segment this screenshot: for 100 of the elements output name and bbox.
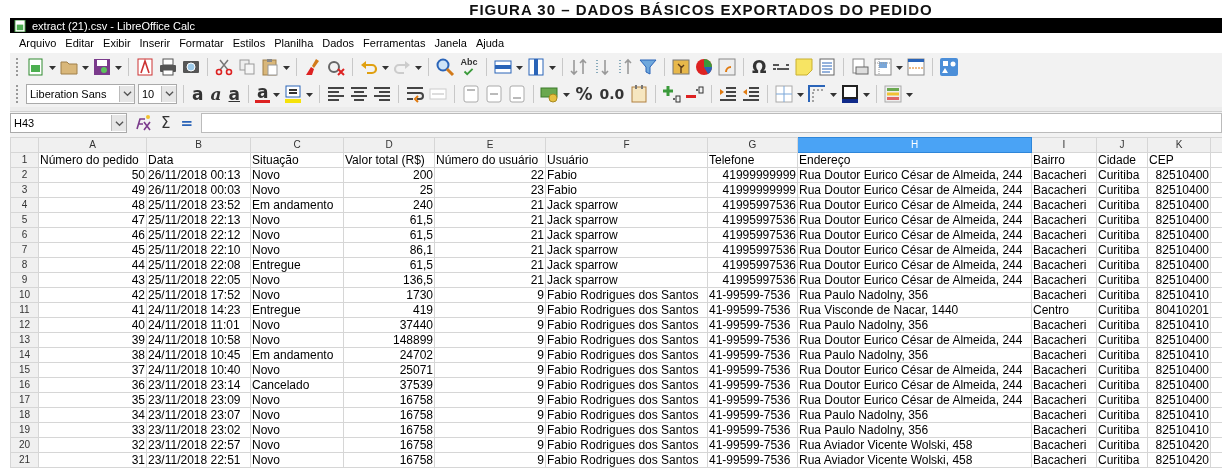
table-cell: 25/11/2018 23:52 xyxy=(146,197,251,213)
table-cell: Novo xyxy=(250,437,344,453)
table-cell: Fabio Rodrigues dos Santos xyxy=(545,407,708,423)
table-cell: Curitiba xyxy=(1096,392,1148,408)
column-header[interactable]: A xyxy=(38,137,147,153)
table-cell: 25/11/2018 22:08 xyxy=(146,257,251,273)
table-cell: 49 xyxy=(38,182,147,198)
formula-button[interactable]: = xyxy=(178,114,196,132)
border-color-icon[interactable] xyxy=(840,83,861,104)
header-footer-icon[interactable] xyxy=(906,56,927,77)
table-cell: 23/11/2018 23:14 xyxy=(146,377,251,393)
menu-item[interactable]: Janela xyxy=(431,37,473,49)
table-cell: 41-99599-7536 xyxy=(707,407,798,423)
table-cell: 37539 xyxy=(343,377,435,393)
table-cell: Número do usuário xyxy=(434,152,546,168)
column-header[interactable]: G xyxy=(707,137,798,153)
table-cell: Curitiba xyxy=(1096,197,1148,213)
image-icon[interactable] xyxy=(671,56,691,77)
table-cell: 82510400 xyxy=(1147,197,1211,213)
table-cell: Curitiba xyxy=(1096,452,1148,468)
table-cell: Fabio Rodrigues dos Santos xyxy=(545,362,708,378)
menu-item[interactable]: Exibir xyxy=(100,37,137,49)
table-cell: 41-99599-7536 xyxy=(707,437,798,453)
column-header[interactable]: K xyxy=(1147,137,1211,153)
menu-item[interactable]: Planilha xyxy=(271,37,320,49)
menu-item[interactable]: Editar xyxy=(62,37,101,49)
table-cell: Valor total (R$) xyxy=(343,152,435,168)
table-cell: 23 xyxy=(434,182,546,198)
column-header[interactable]: F xyxy=(545,137,708,153)
calendar-icon[interactable] xyxy=(629,83,650,104)
table-cell: Cidade xyxy=(1096,152,1148,168)
table-cell: Fabio Rodrigues dos Santos xyxy=(545,287,708,303)
window-title: extract (21).csv - LibreOffice Calc xyxy=(32,19,195,32)
table-cell: 47 xyxy=(38,212,147,228)
table-cell: 240 xyxy=(343,197,435,213)
column-header[interactable]: J xyxy=(1096,137,1148,153)
table-cell: 9 xyxy=(434,452,546,468)
table-cell: Bacacheri xyxy=(1031,272,1097,288)
table-cell: Endereço xyxy=(797,152,1032,168)
table-cell: 82510400 xyxy=(1147,257,1211,273)
font-name-field[interactable]: Liberation Sans xyxy=(26,83,135,104)
percent-button[interactable]: % xyxy=(573,83,595,104)
search-icon[interactable] xyxy=(435,56,455,77)
printer-icon[interactable] xyxy=(158,56,178,77)
table-cell: Jack sparrow xyxy=(545,257,708,273)
table-cell: 1730 xyxy=(343,287,435,303)
column-header[interactable]: I xyxy=(1031,137,1097,153)
table-cell: Bacacheri xyxy=(1031,182,1097,198)
clipboard-icon[interactable] xyxy=(260,56,280,77)
column-header[interactable]: C xyxy=(250,137,344,153)
special-character-button[interactable]: Ω xyxy=(750,56,769,77)
bold-button[interactable]: a xyxy=(190,83,206,104)
underline-button[interactable]: a xyxy=(226,83,242,104)
table-cell: 9 xyxy=(434,302,546,318)
table-cell: Fabio xyxy=(545,182,708,198)
table-cell: Bacacheri xyxy=(1031,257,1097,273)
border-style-icon[interactable] xyxy=(807,83,828,104)
columns-icon[interactable] xyxy=(526,56,546,77)
name-box[interactable]: H43 xyxy=(10,113,127,133)
menu-item[interactable]: Ferramentas xyxy=(360,37,432,49)
add-decimal-icon[interactable] xyxy=(662,83,683,104)
table-cell: Novo xyxy=(250,332,344,348)
table-cell: Bairro xyxy=(1031,152,1097,168)
sort-ascending-icon[interactable] xyxy=(569,56,589,77)
menu-item[interactable]: Inserir xyxy=(136,37,177,49)
font-size-field[interactable]: 10 xyxy=(138,83,177,104)
table-cell: 45 xyxy=(38,242,147,258)
menu-item[interactable]: Dados xyxy=(319,37,361,49)
table-cell: 21 xyxy=(434,272,546,288)
menu-item[interactable]: Ajuda xyxy=(472,37,510,49)
menu-item[interactable]: Formatar xyxy=(176,37,230,49)
column-header[interactable]: D xyxy=(343,137,435,153)
table-cell: Telefone xyxy=(707,152,798,168)
sum-button[interactable]: Σ xyxy=(159,114,173,132)
font-color-button[interactable]: a xyxy=(255,84,271,103)
function-wizard-icon[interactable] xyxy=(133,113,153,133)
table-cell: 41995997536 xyxy=(707,242,798,258)
spellcheck-button[interactable]: Abc xyxy=(458,57,480,76)
formula-input-field[interactable] xyxy=(201,113,1222,133)
print-range-icon[interactable] xyxy=(850,56,871,77)
column-header[interactable]: B xyxy=(146,137,251,153)
column-header[interactable]: E xyxy=(434,137,546,153)
table-cell: 21 xyxy=(434,197,546,213)
menu-item[interactable]: Arquivo xyxy=(16,37,63,49)
funnel-icon[interactable] xyxy=(638,56,658,77)
table-cell: Bacacheri xyxy=(1031,452,1097,468)
shapes-icon[interactable] xyxy=(939,56,960,77)
table-cell: Novo xyxy=(250,392,344,408)
table-cell: Rua Paulo Nadolny, 356 xyxy=(797,407,1032,423)
menu-item[interactable]: Estilos xyxy=(229,37,272,49)
table-cell: Curitiba xyxy=(1096,242,1148,258)
pie-chart-icon[interactable] xyxy=(694,56,714,77)
italic-button[interactable]: a xyxy=(208,83,224,104)
table-cell: Bacacheri xyxy=(1031,332,1097,348)
highlight-icon[interactable] xyxy=(283,83,304,104)
table-cell: 82510400 xyxy=(1147,242,1211,258)
table-cell: Rua Aviador Vicente Wolski, 458 xyxy=(797,452,1032,468)
table-cell: 9 xyxy=(434,422,546,438)
pdf-icon[interactable] xyxy=(135,56,155,77)
decimal-format-button[interactable]: 0.0 xyxy=(597,83,627,104)
